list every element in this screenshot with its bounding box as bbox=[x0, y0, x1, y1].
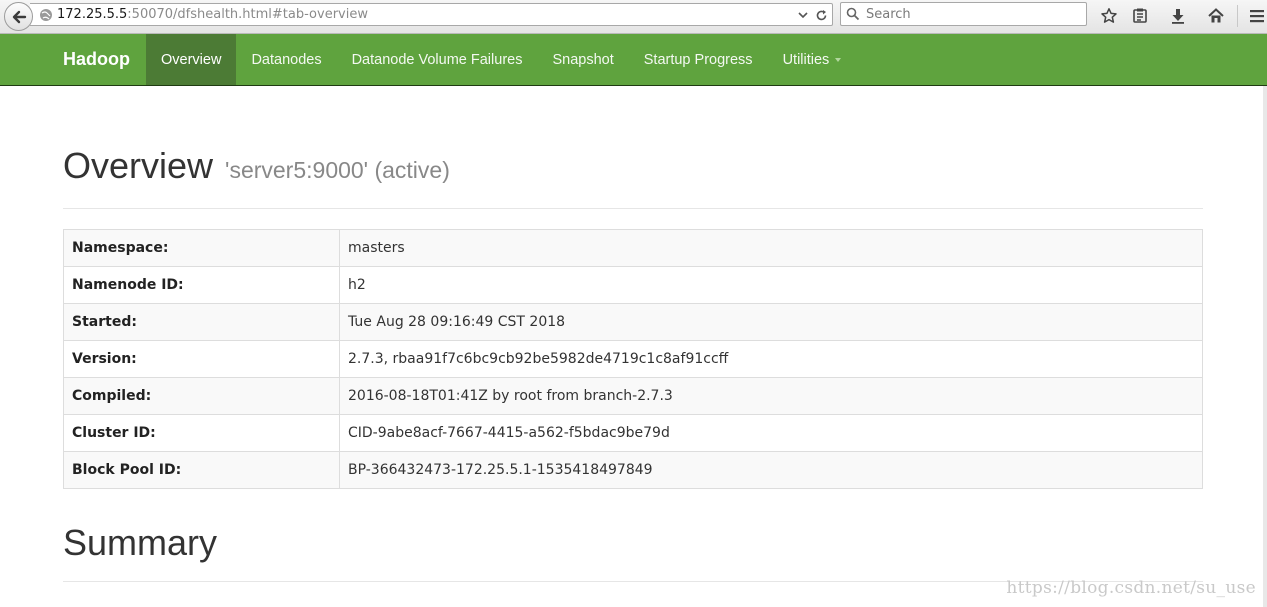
row-key: Namespace: bbox=[63, 229, 340, 267]
toolbar-separator bbox=[1237, 5, 1238, 27]
overview-subtitle: 'server5:9000' (active) bbox=[225, 157, 450, 183]
row-value: 2016-08-18T01:41Z by root from branch-2.… bbox=[339, 377, 1203, 415]
row-value: masters bbox=[339, 229, 1203, 267]
table-row: Version: 2.7.3, rbaa91f7c6bc9cb92be5982d… bbox=[63, 340, 1203, 378]
download-icon[interactable] bbox=[1167, 5, 1189, 27]
table-row: Started: Tue Aug 28 09:16:49 CST 2018 bbox=[63, 303, 1203, 341]
reload-icon[interactable] bbox=[815, 9, 828, 22]
menu-icon[interactable] bbox=[1246, 5, 1267, 27]
row-key: Cluster ID: bbox=[63, 414, 340, 452]
table-row: Compiled: 2016-08-18T01:41Z by root from… bbox=[63, 377, 1203, 415]
browser-toolbar: 172.25.5.5:50070/dfshealth.html#tab-over… bbox=[0, 0, 1267, 34]
overview-header: Overview 'server5:9000' (active) bbox=[63, 146, 1203, 209]
row-key: Started: bbox=[63, 303, 340, 341]
row-value: CID-9abe8acf-7667-4415-a562-f5bdac9be79d bbox=[339, 414, 1203, 452]
bookmark-star-icon[interactable] bbox=[1098, 5, 1120, 27]
nav-tab-label: Startup Progress bbox=[643, 51, 753, 68]
nav-tab-label: Datanode Volume Failures bbox=[351, 51, 523, 68]
nav-tab-snapshot[interactable]: Snapshot bbox=[537, 34, 628, 85]
search-bar[interactable] bbox=[840, 2, 1087, 26]
table-row: Cluster ID: CID-9abe8acf-7667-4415-a562-… bbox=[63, 414, 1203, 452]
overview-table: Namespace: masters Namenode ID: h2 Start… bbox=[63, 229, 1203, 489]
chevron-down-icon[interactable] bbox=[797, 9, 809, 21]
back-arrow-icon bbox=[11, 9, 27, 25]
summary-title: Summary bbox=[63, 522, 218, 563]
row-key: Compiled: bbox=[63, 377, 340, 415]
nav-tab-datanodes[interactable]: Datanodes bbox=[236, 34, 336, 85]
caret-down-icon bbox=[835, 57, 842, 62]
table-row: Block Pool ID: BP-366432473-172.25.5.1-1… bbox=[63, 451, 1203, 489]
row-value: BP-366432473-172.25.5.1-1535418497849 bbox=[339, 451, 1203, 489]
nav-tab-label: Overview bbox=[161, 51, 222, 68]
table-row: Namenode ID: h2 bbox=[63, 266, 1203, 304]
reading-list-icon[interactable] bbox=[1129, 5, 1151, 27]
main-content: Overview 'server5:9000' (active) Namespa… bbox=[63, 86, 1203, 582]
url-bar[interactable]: 172.25.5.5:50070/dfshealth.html#tab-over… bbox=[30, 3, 833, 26]
page-title: Overview 'server5:9000' (active) bbox=[63, 146, 1203, 190]
row-value: h2 bbox=[339, 266, 1203, 304]
row-key: Version: bbox=[63, 340, 340, 378]
summary-header: Summary bbox=[63, 523, 1203, 582]
nav-tab-label: Datanodes bbox=[251, 51, 322, 68]
nav-tab-label: Utilities bbox=[782, 51, 830, 68]
nav-tab-overview[interactable]: Overview bbox=[146, 34, 237, 85]
nav-tab-label: Snapshot bbox=[552, 51, 614, 68]
nav-tab-datanode-volume-failures[interactable]: Datanode Volume Failures bbox=[337, 34, 538, 85]
overview-title: Overview bbox=[63, 145, 214, 186]
brand-logo[interactable]: Hadoop bbox=[63, 34, 146, 85]
globe-icon bbox=[39, 8, 53, 22]
row-key: Namenode ID: bbox=[63, 266, 340, 304]
nav-tab-startup-progress[interactable]: Startup Progress bbox=[629, 34, 768, 85]
search-input[interactable] bbox=[866, 6, 1066, 22]
home-icon[interactable] bbox=[1205, 5, 1227, 27]
back-button[interactable] bbox=[4, 2, 33, 31]
hadoop-navbar: Hadoop Overview Datanodes Datanode Volum… bbox=[0, 34, 1267, 86]
table-row: Namespace: masters bbox=[63, 229, 1203, 267]
nav-dropdown-utilities[interactable]: Utilities bbox=[768, 34, 857, 85]
row-value: Tue Aug 28 09:16:49 CST 2018 bbox=[339, 303, 1203, 341]
url-host: 172.25.5.5 bbox=[57, 7, 128, 22]
url-path: :50070/dfshealth.html#tab-overview bbox=[127, 7, 368, 22]
watermark: https://blog.csdn.net/su_use bbox=[1006, 578, 1256, 598]
search-icon bbox=[846, 7, 860, 21]
row-key: Block Pool ID: bbox=[63, 451, 340, 489]
page-scrollbar[interactable] bbox=[1263, 86, 1267, 607]
row-value: 2.7.3, rbaa91f7c6bc9cb92be5982de4719c1c8… bbox=[339, 340, 1203, 378]
